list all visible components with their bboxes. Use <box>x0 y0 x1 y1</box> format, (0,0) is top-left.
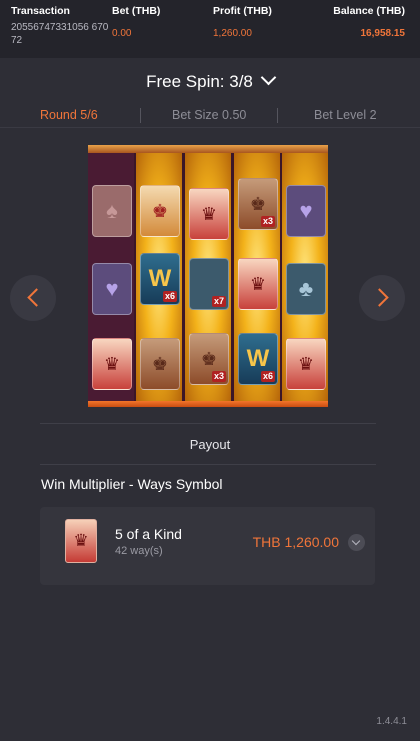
profit-value: 1,260.00 <box>213 28 252 39</box>
tab-bet-level: Bet Level 2 <box>314 108 377 122</box>
payout-heading: Payout <box>189 437 231 452</box>
payout-amount: THB 1,260.00 <box>252 534 339 550</box>
profit-column: Profit (THB) 1,260.00 <box>213 5 272 39</box>
reel-2: ♚ Wx6 ♚ <box>136 153 182 401</box>
wild-multiplier: x6 <box>260 371 275 382</box>
transaction-column: Transaction 20556747331056 67072 <box>11 5 111 47</box>
tab-divider <box>277 108 278 123</box>
king-symbol: ♚ <box>140 185 180 237</box>
wild-symbol: Wx6 <box>140 253 180 305</box>
bet-label: Bet (THB) <box>112 5 161 17</box>
reel-frame-bottom <box>88 401 328 407</box>
payout-row[interactable]: ♛ 5 of a Kind 42 way(s) THB 1,260.00 <box>40 507 375 585</box>
king-symbol: ♚ x3 <box>189 333 229 385</box>
balance-value: 16,958.15 <box>360 28 406 39</box>
free-spin-title: Free Spin: 3/8 <box>146 72 253 91</box>
reel-frame-top <box>88 145 328 153</box>
spade-card-symbol: ♠ <box>92 185 132 237</box>
king-symbol: ♚ <box>140 338 180 390</box>
divider <box>40 464 376 465</box>
reel-3: ♛ x7 ♚ x3 <box>185 153 231 401</box>
bet-column: Bet (THB) 0.00 <box>112 5 160 39</box>
free-spin-selector[interactable]: Free Spin: 3/8 <box>0 69 420 92</box>
queen-symbol: ♛ <box>286 338 326 390</box>
club-card-symbol: ♣ <box>286 263 326 315</box>
profit-label: Profit (THB) <box>213 5 272 17</box>
balance-label: Balance (THB) <box>333 5 405 17</box>
version-label: 1.4.4.1 <box>376 716 407 727</box>
queen-symbol: ♛ <box>92 338 132 390</box>
chevron-down-icon <box>351 536 361 546</box>
transaction-header: Transaction 20556747331056 67072 Bet (TH… <box>0 0 420 58</box>
slot-result-image: ♠ ♥ ♛ ♚ Wx6 ♚ ♛ x7 ♚ x3 ♚ x3 ♛ Wx6 ♥ ♣ ♛ <box>88 145 328 407</box>
payout-ways: 42 way(s) <box>115 545 163 557</box>
heart-card-symbol: ♥ <box>286 185 326 237</box>
next-round-button[interactable] <box>359 275 405 321</box>
reel-1: ♠ ♥ ♛ <box>88 153 134 401</box>
king-symbol: ♚ x3 <box>238 178 278 230</box>
tab-divider <box>140 108 141 123</box>
multiplier-badge: x3 <box>260 216 275 227</box>
round-info-tabs: Round 5/6 Bet Size 0.50 Bet Level 2 <box>0 103 420 129</box>
heart-card-symbol: ♥ <box>92 263 132 315</box>
multiplier-badge: x7 <box>211 296 226 307</box>
chevron-left-icon <box>27 288 46 307</box>
chevron-right-icon <box>370 288 389 307</box>
tabs-underline <box>0 127 420 128</box>
balance-column: Balance (THB) 16,958.15 <box>333 5 405 39</box>
reel-5: ♥ ♣ ♛ <box>282 153 328 401</box>
card-back-symbol: x7 <box>189 258 229 310</box>
bet-value: 0.00 <box>112 28 132 39</box>
divider <box>40 423 376 424</box>
wild-multiplier: x6 <box>162 291 177 302</box>
transaction-label: Transaction <box>11 5 70 17</box>
tab-round[interactable]: Round 5/6 <box>40 108 98 122</box>
multiplier-badge: x3 <box>211 371 226 382</box>
queen-symbol-icon: ♛ <box>65 519 97 563</box>
previous-round-button[interactable] <box>10 275 56 321</box>
payout-section-title: Win Multiplier - Ways Symbol <box>41 476 223 492</box>
wild-symbol: Wx6 <box>238 333 278 385</box>
queen-symbol: ♛ <box>189 188 229 240</box>
payout-combination: 5 of a Kind <box>115 526 182 542</box>
chevron-down-icon <box>260 69 277 86</box>
tab-bet-size: Bet Size 0.50 <box>172 108 247 122</box>
expand-button[interactable] <box>348 534 365 551</box>
queen-symbol: ♛ <box>238 258 278 310</box>
reel-4: ♚ x3 ♛ Wx6 <box>234 153 280 401</box>
transaction-id: 20556747331056 67072 <box>11 22 109 46</box>
